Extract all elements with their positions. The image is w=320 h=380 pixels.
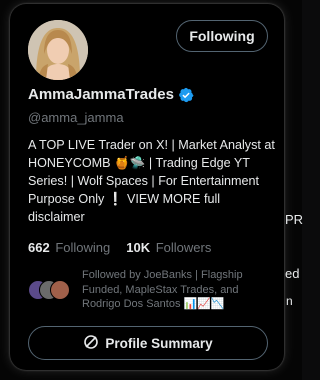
following-label: Following xyxy=(55,240,111,255)
profile-hover-card: Following AmmaJammaTrades @amma_jamma A … xyxy=(10,4,284,370)
profile-avatar[interactable] xyxy=(28,20,88,80)
name-row: AmmaJammaTrades xyxy=(28,86,194,103)
followers-stat[interactable]: 10K Followers xyxy=(126,240,211,255)
followed-by-text: Followed by JoeBanks | Flagship Funded, … xyxy=(82,269,243,310)
display-name[interactable]: AmmaJammaTrades xyxy=(28,86,174,103)
followers-label: Followers xyxy=(155,240,212,255)
background-text: n xyxy=(286,294,293,308)
page: PR ed n Following AmmaJammaTrades @amma_… xyxy=(0,0,304,380)
followers-count: 10K xyxy=(126,240,151,255)
verified-badge-icon xyxy=(178,87,194,103)
background-text: ed xyxy=(285,266,300,281)
following-stat[interactable]: 662 Following xyxy=(28,240,110,255)
background-text: PR xyxy=(285,212,304,227)
profile-bio: A TOP LIVE Trader on X! | Market Analyst… xyxy=(28,138,275,224)
follower-avatar xyxy=(50,280,70,300)
grok-icon xyxy=(83,334,99,353)
follower-avatars xyxy=(28,280,80,300)
profile-stats: 662 Following 10K Followers xyxy=(28,240,211,255)
profile-summary-label: Profile Summary xyxy=(105,335,213,351)
profile-summary-button[interactable]: Profile Summary xyxy=(28,326,268,360)
following-count: 662 xyxy=(28,240,50,255)
followed-by[interactable]: Followed by JoeBanks | Flagship Funded, … xyxy=(28,268,278,312)
following-button[interactable]: Following xyxy=(176,20,268,52)
profile-handle[interactable]: @amma_jamma xyxy=(28,110,124,125)
